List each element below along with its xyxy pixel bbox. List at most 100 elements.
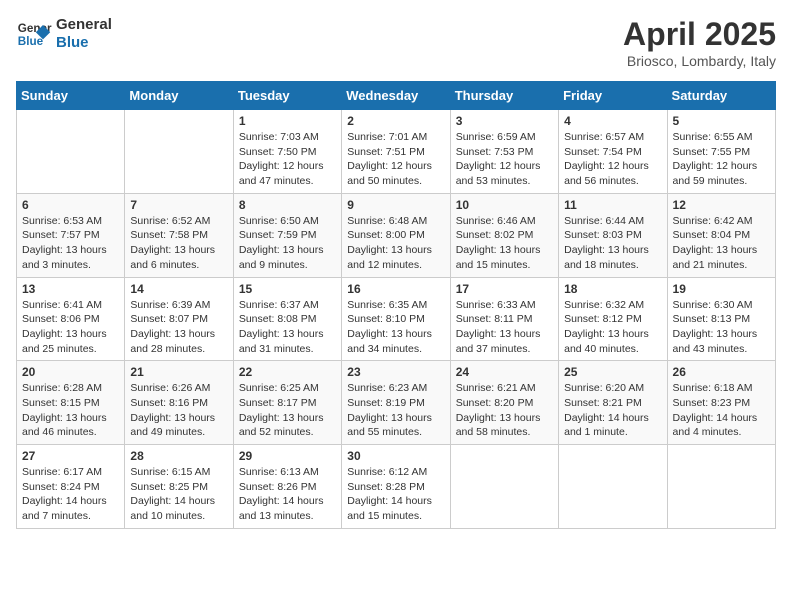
day-number: 12: [673, 198, 770, 212]
day-number: 20: [22, 365, 119, 379]
calendar-cell: 29Sunrise: 6:13 AMSunset: 8:26 PMDayligh…: [233, 445, 341, 529]
calendar-cell: 6Sunrise: 6:53 AMSunset: 7:57 PMDaylight…: [17, 193, 125, 277]
logo-general: General: [56, 16, 112, 34]
week-row-2: 6Sunrise: 6:53 AMSunset: 7:57 PMDaylight…: [17, 193, 776, 277]
calendar-cell: 18 Sunrise: 6:32 AMSunset: 8:12 PMDayligh…: [559, 277, 667, 361]
day-number: 14: [130, 282, 227, 296]
location-subtitle: Briosco, Lombardy, Italy: [623, 53, 776, 69]
day-info: Sunrise: 6:20 AMSunset: 8:21 PMDaylight:…: [564, 381, 661, 440]
calendar-cell: [559, 445, 667, 529]
day-number: 25: [564, 365, 661, 379]
calendar-cell: 21 Sunrise: 6:26 AMSunset: 8:16 PMDayligh…: [125, 361, 233, 445]
day-number: 5: [673, 114, 770, 128]
calendar-cell: 4Sunrise: 6:57 AMSunset: 7:54 PMDaylight…: [559, 110, 667, 194]
day-number: 24: [456, 365, 553, 379]
page-header: General Blue General Blue April 2025 Bri…: [16, 16, 776, 69]
day-info: Sunrise: 6:37 AMSunset: 8:08 PMDaylight:…: [239, 298, 336, 357]
calendar-cell: [17, 110, 125, 194]
day-number: 16: [347, 282, 444, 296]
day-info: Sunrise: 6:53 AMSunset: 7:57 PMDaylight:…: [22, 214, 119, 273]
weekday-wednesday: Wednesday: [342, 82, 450, 110]
day-info: Sunrise: 6:33 AMSunset: 8:11 PMDaylight:…: [456, 298, 553, 357]
calendar-cell: 9Sunrise: 6:48 AMSunset: 8:00 PMDaylight…: [342, 193, 450, 277]
day-info: Sunrise: 7:01 AMSunset: 7:51 PMDaylight:…: [347, 130, 444, 189]
calendar-cell: 27 Sunrise: 6:17 AMSunset: 8:24 PMDayligh…: [17, 445, 125, 529]
calendar-cell: 22Sunrise: 6:25 AMSunset: 8:17 PMDayligh…: [233, 361, 341, 445]
day-number: 18: [564, 282, 661, 296]
weekday-sunday: Sunday: [17, 82, 125, 110]
day-number: 23: [347, 365, 444, 379]
weekday-friday: Friday: [559, 82, 667, 110]
day-number: 4: [564, 114, 661, 128]
logo-icon: General Blue: [16, 16, 52, 52]
day-number: 17: [456, 282, 553, 296]
calendar-cell: 24 Sunrise: 6:21 AMSunset: 8:20 PMDayligh…: [450, 361, 558, 445]
day-info: Sunrise: 6:59 AMSunset: 7:53 PMDaylight:…: [456, 130, 553, 189]
day-info: Sunrise: 7:03 AMSunset: 7:50 PMDaylight:…: [239, 130, 336, 189]
day-info: Sunrise: 6:23 AMSunset: 8:19 PMDaylight:…: [347, 381, 444, 440]
weekday-thursday: Thursday: [450, 82, 558, 110]
calendar-cell: 1 Sunrise: 7:03 AMSunset: 7:50 PMDaylight…: [233, 110, 341, 194]
day-info: Sunrise: 6:21 AMSunset: 8:20 PMDaylight:…: [456, 381, 553, 440]
day-number: 3: [456, 114, 553, 128]
week-row-5: 27 Sunrise: 6:17 AMSunset: 8:24 PMDayligh…: [17, 445, 776, 529]
calendar-cell: 19 Sunrise: 6:30 AMSunset: 8:13 PMDayligh…: [667, 277, 775, 361]
calendar-cell: 28 Sunrise: 6:15 AMSunset: 8:25 PMDayligh…: [125, 445, 233, 529]
calendar-cell: 17 Sunrise: 6:33 AMSunset: 8:11 PMDayligh…: [450, 277, 558, 361]
month-title: April 2025: [623, 16, 776, 53]
day-number: 19: [673, 282, 770, 296]
calendar-cell: [450, 445, 558, 529]
day-number: 1: [239, 114, 336, 128]
day-number: 22: [239, 365, 336, 379]
calendar-cell: [667, 445, 775, 529]
day-number: 10: [456, 198, 553, 212]
day-number: 7: [130, 198, 227, 212]
calendar-cell: 26Sunrise: 6:18 AMSunset: 8:23 PMDayligh…: [667, 361, 775, 445]
day-info: Sunrise: 6:30 AMSunset: 8:13 PMDaylight:…: [673, 298, 770, 357]
day-number: 8: [239, 198, 336, 212]
day-number: 21: [130, 365, 227, 379]
logo-blue: Blue: [56, 34, 112, 52]
day-info: Sunrise: 6:39 AMSunset: 8:07 PMDaylight:…: [130, 298, 227, 357]
day-info: Sunrise: 6:26 AMSunset: 8:16 PMDaylight:…: [130, 381, 227, 440]
day-number: 28: [130, 449, 227, 463]
calendar-cell: 8 Sunrise: 6:50 AMSunset: 7:59 PMDaylight…: [233, 193, 341, 277]
calendar-cell: 5 Sunrise: 6:55 AMSunset: 7:55 PMDaylight…: [667, 110, 775, 194]
weekday-saturday: Saturday: [667, 82, 775, 110]
day-info: Sunrise: 6:50 AMSunset: 7:59 PMDaylight:…: [239, 214, 336, 273]
day-number: 2: [347, 114, 444, 128]
day-info: Sunrise: 6:55 AMSunset: 7:55 PMDaylight:…: [673, 130, 770, 189]
calendar-cell: 3 Sunrise: 6:59 AMSunset: 7:53 PMDaylight…: [450, 110, 558, 194]
calendar-cell: 25 Sunrise: 6:20 AMSunset: 8:21 PMDayligh…: [559, 361, 667, 445]
weekday-monday: Monday: [125, 82, 233, 110]
logo: General Blue General Blue: [16, 16, 112, 52]
calendar-cell: 14 Sunrise: 6:39 AMSunset: 8:07 PMDayligh…: [125, 277, 233, 361]
day-number: 15: [239, 282, 336, 296]
calendar-cell: 2 Sunrise: 7:01 AMSunset: 7:51 PMDaylight…: [342, 110, 450, 194]
calendar-cell: 30 Sunrise: 6:12 AMSunset: 8:28 PMDayligh…: [342, 445, 450, 529]
day-info: Sunrise: 6:17 AMSunset: 8:24 PMDaylight:…: [22, 465, 119, 524]
calendar-cell: 16 Sunrise: 6:35 AMSunset: 8:10 PMDayligh…: [342, 277, 450, 361]
day-info: Sunrise: 6:12 AMSunset: 8:28 PMDaylight:…: [347, 465, 444, 524]
week-row-1: 1 Sunrise: 7:03 AMSunset: 7:50 PMDaylight…: [17, 110, 776, 194]
day-info: Sunrise: 6:35 AMSunset: 8:10 PMDaylight:…: [347, 298, 444, 357]
calendar-cell: 13Sunrise: 6:41 AMSunset: 8:06 PMDayligh…: [17, 277, 125, 361]
calendar-cell: 11 Sunrise: 6:44 AMSunset: 8:03 PMDayligh…: [559, 193, 667, 277]
day-number: 29: [239, 449, 336, 463]
day-info: Sunrise: 6:48 AMSunset: 8:00 PMDaylight:…: [347, 214, 444, 273]
weekday-header-row: SundayMondayTuesdayWednesdayThursdayFrid…: [17, 82, 776, 110]
calendar-cell: 20Sunrise: 6:28 AMSunset: 8:15 PMDayligh…: [17, 361, 125, 445]
day-info: Sunrise: 6:15 AMSunset: 8:25 PMDaylight:…: [130, 465, 227, 524]
svg-text:Blue: Blue: [18, 35, 44, 48]
day-number: 11: [564, 198, 661, 212]
calendar-cell: 10Sunrise: 6:46 AMSunset: 8:02 PMDayligh…: [450, 193, 558, 277]
day-info: Sunrise: 6:42 AMSunset: 8:04 PMDaylight:…: [673, 214, 770, 273]
day-info: Sunrise: 6:32 AMSunset: 8:12 PMDaylight:…: [564, 298, 661, 357]
calendar-cell: 7Sunrise: 6:52 AMSunset: 7:58 PMDaylight…: [125, 193, 233, 277]
day-number: 30: [347, 449, 444, 463]
day-number: 27: [22, 449, 119, 463]
week-row-4: 20Sunrise: 6:28 AMSunset: 8:15 PMDayligh…: [17, 361, 776, 445]
weekday-tuesday: Tuesday: [233, 82, 341, 110]
day-info: Sunrise: 6:44 AMSunset: 8:03 PMDaylight:…: [564, 214, 661, 273]
week-row-3: 13Sunrise: 6:41 AMSunset: 8:06 PMDayligh…: [17, 277, 776, 361]
